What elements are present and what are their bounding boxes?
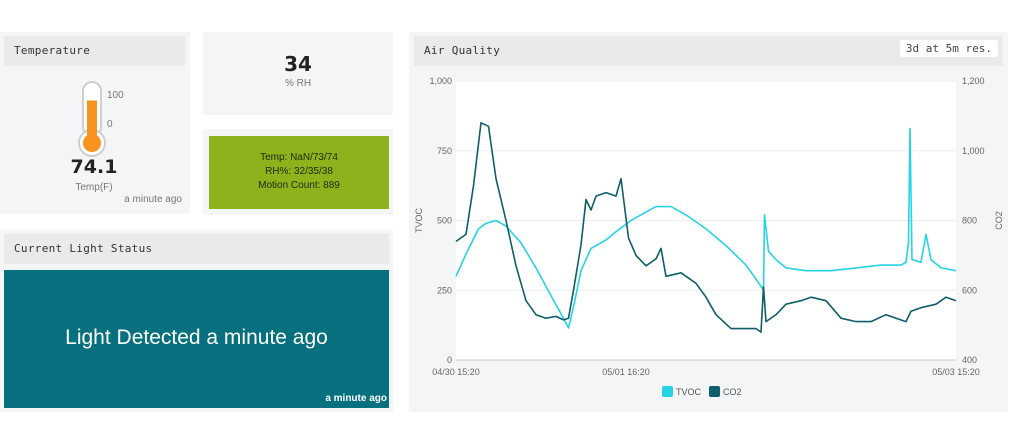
y-left-tick-label: 250 (437, 285, 452, 295)
y-left-tick-label: 1,000 (429, 76, 452, 86)
temperature-scale-min: 0 (107, 119, 113, 130)
humidity-unit: % RH (284, 78, 312, 89)
temperature-title: Temperature (4, 36, 185, 66)
y-right-tick-label: 600 (962, 285, 977, 295)
y-left-tick-label: 750 (437, 146, 452, 156)
y-right-tick-label: 1,200 (962, 76, 985, 86)
temperature-scale-max: 100 (107, 90, 124, 101)
y-right-axis-label: CO2 (994, 211, 1004, 230)
legend-label-tvoc: TVOC (676, 387, 702, 397)
light-status-message: Light Detected a minute ago (65, 326, 328, 349)
light-status-card: Current Light Status Light Detected a mi… (0, 230, 393, 412)
legend-swatch-co2 (709, 386, 720, 397)
summary-motion: Motion Count: 889 (258, 180, 340, 191)
y-left-tick-label: 0 (447, 355, 452, 365)
y-right-tick-label: 800 (962, 216, 977, 226)
legend-label-co2: CO2 (723, 387, 742, 397)
air-quality-card: Air Quality 3d at 5m res. 0 250 500 750 1,00… (409, 32, 1008, 412)
y-right-tick-label: 1,000 (962, 146, 985, 156)
y-left-axis-label: TVOC (414, 208, 424, 234)
legend-swatch-tvoc (662, 386, 673, 397)
temperature-card: Temperature 100 0 74.1 Temp(F) a minute … (0, 32, 190, 214)
light-status-updated: a minute ago (325, 393, 387, 404)
summary-rh: RH%: 32/35/38 (265, 166, 333, 177)
temperature-value: 74.1 (70, 156, 118, 178)
air-quality-chart: 0 250 500 750 1,000 400 600 800 1,000 1,200 04/30 … (414, 76, 1004, 397)
x-tick-label: 05/01 16:20 (602, 367, 650, 377)
y-right-tick-label: 400 (962, 355, 977, 365)
temperature-updated: a minute ago (124, 194, 182, 205)
range-button[interactable]: 3d at 5m res. (899, 40, 998, 57)
temperature-unit: Temp(F) (75, 182, 113, 193)
y-left-tick-label: 500 (437, 216, 452, 226)
summary-box: Temp: NaN/73/74 RH%: 32/35/38 Motion Cou… (209, 136, 389, 209)
x-tick-label: 05/03 15:20 (932, 367, 980, 377)
light-status-title: Current Light Status (4, 234, 389, 264)
humidity-card: 34 % RH (203, 32, 393, 115)
light-status-panel: Light Detected a minute ago a minute ago (4, 270, 389, 408)
x-tick-label: 04/30 15:20 (432, 367, 480, 377)
humidity-value: 34 (284, 52, 312, 76)
summary-temp: Temp: NaN/73/74 (260, 152, 338, 163)
summary-card: Temp: NaN/73/74 RH%: 32/35/38 Motion Cou… (203, 129, 393, 215)
